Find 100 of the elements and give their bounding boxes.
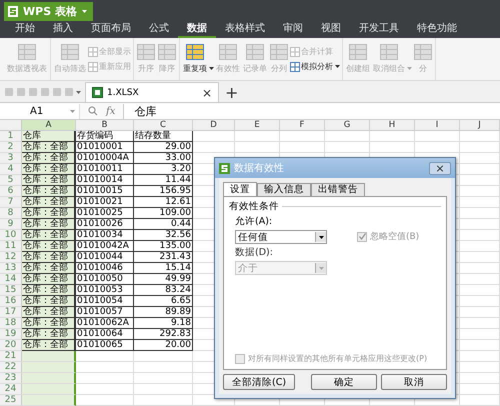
column-header[interactable]: J: [460, 120, 500, 131]
menu-tab[interactable]: 开始: [6, 22, 44, 38]
row-header[interactable]: 20: [0, 340, 22, 351]
section-label: 有效性条件: [229, 200, 279, 213]
clear-all-button[interactable]: 全部清除(C): [223, 374, 296, 390]
column-header[interactable]: C: [134, 120, 193, 131]
table-cell: 33.00: [134, 153, 193, 164]
row-header[interactable]: 18: [0, 318, 22, 329]
menu-tab[interactable]: 表格样式: [216, 22, 274, 38]
table-cell: 01010011: [76, 164, 134, 175]
column-header[interactable]: E: [235, 120, 280, 131]
new-tab-button[interactable]: +: [219, 83, 244, 102]
column-header[interactable]: F: [280, 120, 325, 131]
menu-tab[interactable]: 视图: [312, 22, 350, 38]
dialog-tab[interactable]: 设置: [223, 182, 257, 196]
field-label: 数据(D):: [235, 246, 274, 259]
table-cell: 01010025: [76, 208, 134, 219]
row-header[interactable]: 5: [0, 175, 22, 186]
close-tab-button[interactable]: ×: [202, 86, 212, 100]
checkbox-label: 忽略空值(B): [370, 230, 420, 243]
menu-tab[interactable]: 页面布局: [82, 22, 140, 38]
table-cell: 109.00: [134, 208, 193, 219]
table-cell: 15.14: [134, 263, 193, 274]
row-header[interactable]: 12: [0, 252, 22, 263]
row-header[interactable]: 19: [0, 329, 22, 340]
table-cell: 01010065: [76, 340, 134, 351]
table-cell: 01010044: [76, 252, 134, 263]
table-cell: 11.44: [134, 175, 193, 186]
row-header[interactable]: 15: [0, 285, 22, 296]
row-header[interactable]: 3: [0, 153, 22, 164]
dialog-tab[interactable]: 出错警告: [311, 183, 365, 196]
row-header[interactable]: 24: [0, 384, 22, 395]
dropdown-field[interactable]: 任何值: [235, 230, 327, 244]
table-cell: 存货编码: [76, 131, 134, 142]
column-header[interactable]: A: [22, 120, 76, 131]
function-label: fx: [106, 106, 116, 116]
table-cell: 01010014: [76, 175, 134, 186]
column-header[interactable]: I: [415, 120, 460, 131]
table-cell: 49.99: [134, 274, 193, 285]
menu-tab[interactable]: 特色功能: [408, 22, 466, 38]
table-cell: 仓库：全部: [22, 164, 76, 175]
table-cell: 仓库：全部: [22, 153, 76, 164]
row-header[interactable]: 13: [0, 263, 22, 274]
table-cell: 仓库：全部: [22, 197, 76, 208]
dialog-tab[interactable]: 输入信息: [257, 183, 311, 196]
column-header[interactable]: D: [193, 120, 235, 131]
column-header[interactable]: H: [370, 120, 415, 131]
table-cell: 仓库：全部: [22, 340, 76, 351]
table-cell: 3.20: [134, 164, 193, 175]
row-header[interactable]: 6: [0, 186, 22, 197]
menu-tab[interactable]: 公式: [140, 22, 178, 38]
column-header[interactable]: G: [325, 120, 370, 131]
table-cell: 仓库：全部: [22, 175, 76, 186]
ribbon-button[interactable]: 重复项: [182, 44, 208, 74]
row-header[interactable]: 23: [0, 373, 22, 384]
row-header[interactable]: 9: [0, 219, 22, 230]
table-cell: 01010053: [76, 285, 134, 296]
close-button[interactable]: ×: [429, 162, 451, 174]
row-header[interactable]: 14: [0, 274, 22, 285]
row-header[interactable]: 7: [0, 197, 22, 208]
row-header[interactable]: 4: [0, 164, 22, 175]
row-header[interactable]: 11: [0, 241, 22, 252]
cancel-button[interactable]: 取消: [381, 374, 447, 390]
table-cell: 01010001: [76, 142, 134, 153]
table-cell: 仓库：全部: [22, 142, 76, 153]
menu-tab[interactable]: 审阅: [274, 22, 312, 38]
table-cell: 仓库：全部: [22, 318, 76, 329]
formula-field[interactable]: 仓库: [123, 104, 500, 118]
row-header[interactable]: 2: [0, 142, 22, 153]
table-cell: 仓库：全部: [22, 219, 76, 230]
table-cell: 结存数量: [134, 131, 193, 142]
row-header[interactable]: 8: [0, 208, 22, 219]
table-cell: 01010062A: [76, 318, 134, 329]
ok-button[interactable]: 确定: [311, 374, 377, 390]
row-header[interactable]: 22: [0, 362, 22, 373]
table-cell: 仓库：全部: [22, 252, 76, 263]
table-cell: 29.00: [134, 142, 193, 153]
row-header[interactable]: 21: [0, 351, 22, 362]
table-cell: 01010054: [76, 296, 134, 307]
menu-tab[interactable]: 开发工具: [350, 22, 408, 38]
table-cell: 01010034: [76, 230, 134, 241]
table-cell: 仓库：全部: [22, 307, 76, 318]
document-tab[interactable]: 1.XLSX ×: [85, 82, 219, 102]
table-cell: 6.65: [134, 296, 193, 307]
column-header[interactable]: B: [76, 120, 134, 131]
row-header[interactable]: 1: [0, 131, 22, 142]
app-menu-button[interactable]: WPS 表格: [4, 2, 93, 20]
ribbon-button[interactable]: 模拟分析: [290, 61, 340, 72]
table-cell: 01010004A: [76, 153, 134, 164]
table-cell: 仓库: [22, 131, 76, 142]
table-cell: 231.43: [134, 252, 193, 263]
menu-tab[interactable]: 插入: [44, 22, 82, 38]
dialog-title: 数据有效性: [234, 162, 285, 175]
table-cell: 292.83: [134, 329, 193, 340]
row-header[interactable]: 16: [0, 296, 22, 307]
row-header[interactable]: 10: [0, 230, 22, 241]
row-header[interactable]: 17: [0, 307, 22, 318]
row-header[interactable]: 25: [0, 395, 22, 406]
name-box[interactable]: A1: [0, 104, 80, 118]
field-label: 允许(A):: [235, 215, 274, 228]
